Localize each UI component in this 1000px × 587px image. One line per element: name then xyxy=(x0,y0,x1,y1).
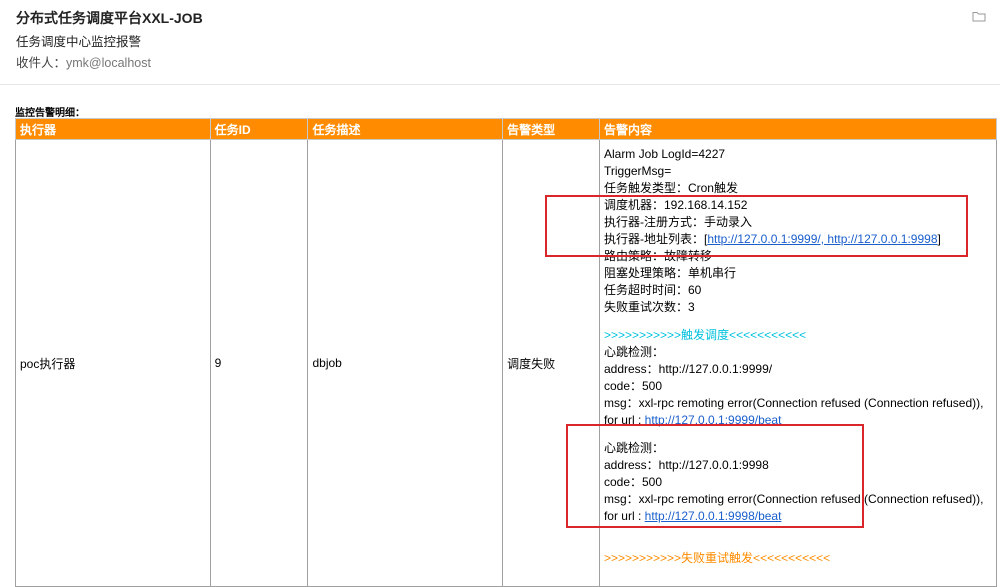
beat1-code: code：500 xyxy=(603,379,663,393)
beat1-msg: msg：xxl-rpc remoting error(Connection re… xyxy=(603,396,984,410)
folder-icon[interactable] xyxy=(972,10,986,22)
table-header-row: 执行器 任务ID 任务描述 告警类型 告警内容 xyxy=(15,118,998,140)
header-alarm-type: 告警类型 xyxy=(502,118,600,140)
mail-subject: 任务调度中心监控报警 xyxy=(16,35,142,49)
trigger-msg-line: TriggerMsg= xyxy=(603,164,672,178)
recipient-address[interactable]: ymk@localhost xyxy=(66,56,151,70)
cell-job-desc: dbjob xyxy=(307,139,504,587)
mail-header: 分布式任务调度平台XXL-JOB 任务调度中心监控报警 收件人：ymk@loca… xyxy=(0,0,1000,85)
cell-job-id: 9 xyxy=(209,139,309,587)
highlight-box-heartbeat xyxy=(566,424,864,528)
mail-recipient: 收件人：ymk@localhost xyxy=(16,52,151,71)
cell-executor: poc执行器 xyxy=(15,139,211,587)
beat1-title: 心跳检测： xyxy=(603,345,664,359)
header-job-desc: 任务描述 xyxy=(307,118,504,140)
detail-heading: 监控告警明细： xyxy=(15,108,85,119)
retry-count-line: 失败重试次数：3 xyxy=(603,300,695,314)
retry-section-title: >>>>>>>>>>>失败重试触发<<<<<<<<<<< xyxy=(603,551,831,565)
recipient-label: 收件人： xyxy=(16,56,67,70)
block-line: 阻塞处理策略：单机串行 xyxy=(603,266,736,280)
mail-title: 分布式任务调度平台XXL-JOB xyxy=(16,10,203,26)
alarm-job-line: Alarm Job LogId=4227 xyxy=(603,147,726,161)
header-alarm-content: 告警内容 xyxy=(598,118,998,140)
beat1-address: address：http://127.0.0.1:9999/ xyxy=(603,362,773,376)
header-executor: 执行器 xyxy=(15,118,211,140)
timeout-line: 任务超时时间：60 xyxy=(603,283,702,297)
highlight-box-registration xyxy=(545,195,968,257)
trigger-section-title: >>>>>>>>>>>触发调度<<<<<<<<<<< xyxy=(603,328,807,342)
header-job-id: 任务ID xyxy=(209,118,309,140)
